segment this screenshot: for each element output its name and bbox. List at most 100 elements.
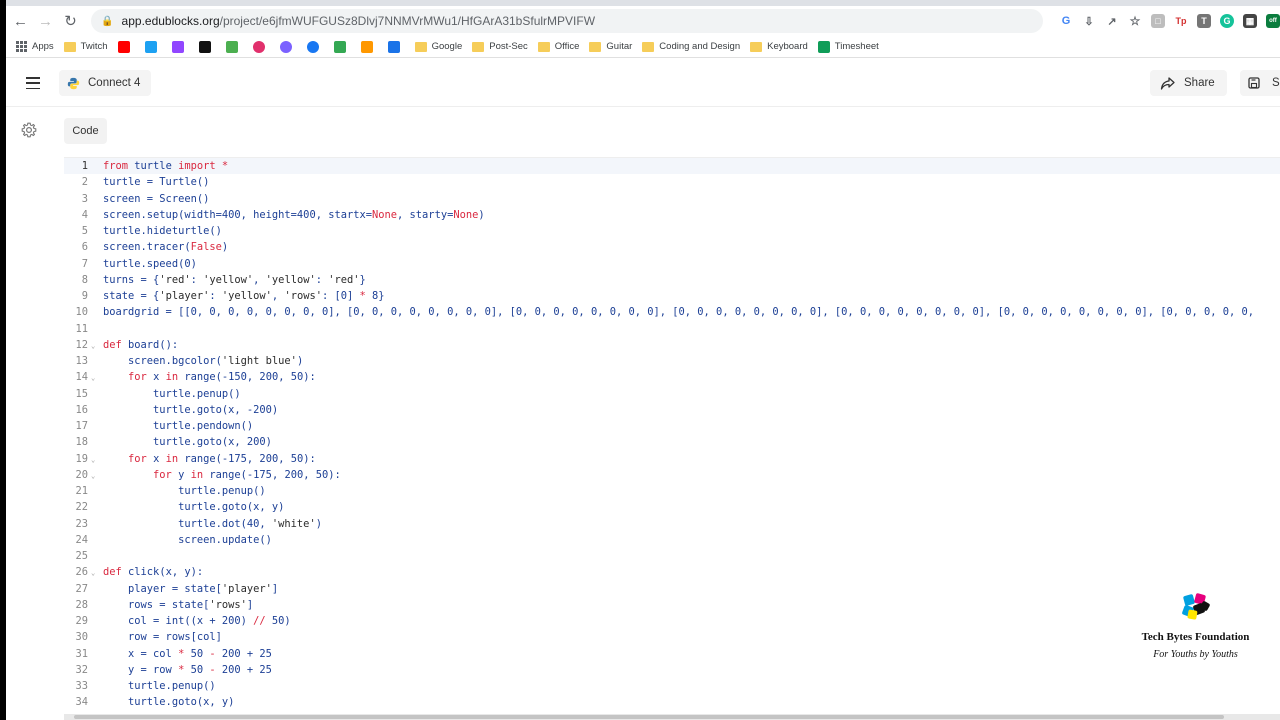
code-line[interactable]: 3 screen = Screen() <box>64 191 1280 207</box>
share-page-icon[interactable]: ↗ <box>1105 14 1119 28</box>
code-token: ] <box>246 598 254 611</box>
extension-gray-icon[interactable]: □ <box>1150 14 1165 28</box>
fold-chevron-icon[interactable]: ⌄ <box>91 452 95 468</box>
fold-chevron-icon[interactable]: ⌄ <box>91 565 95 581</box>
grammarly-icon[interactable]: G <box>1219 14 1234 28</box>
bookmark-star-icon[interactable]: ☆ <box>1128 14 1142 28</box>
fold-chevron-icon[interactable]: ⌄ <box>91 338 95 354</box>
messenger-icon <box>279 40 292 53</box>
code-token: in <box>190 468 204 481</box>
code-line[interactable]: 24 screen.update() <box>64 532 1280 548</box>
install-icon[interactable]: ⇩ <box>1082 14 1096 28</box>
code-line[interactable]: 34 turtle.goto(x, y) <box>64 694 1280 710</box>
code-token: turtle.penup() <box>103 485 266 497</box>
address-bar[interactable]: 🔒 app.edublocks.org/project/e6jfmWUFGUSz… <box>91 9 1043 33</box>
puzzle-logo-icon <box>1181 593 1210 620</box>
code-line[interactable]: 13 screen.bgcolor('light blue') <box>64 353 1280 369</box>
code-token: 'player' <box>221 582 272 595</box>
bookmark-item[interactable] <box>198 40 216 53</box>
code-line[interactable]: 19 ⌄ for x in range(-175, 200, 50): <box>64 451 1280 467</box>
share-button[interactable]: Share <box>1150 70 1227 96</box>
bookmark-item[interactable]: Guitar <box>589 41 632 52</box>
bookmark-item[interactable]: Office <box>537 41 579 52</box>
code-line[interactable]: 31 x = col * 50 - 200 + 25 <box>64 646 1280 662</box>
bookmark-item[interactable]: Keyboard <box>750 41 808 52</box>
forward-icon[interactable]: → <box>35 10 56 32</box>
scrollbar-thumb[interactable] <box>74 715 1224 719</box>
bookmark-item[interactable] <box>360 40 378 53</box>
code-line[interactable]: 8 turns = {'red': 'yellow', 'yellow': 're… <box>64 272 1280 288</box>
extension-tp-icon[interactable]: Tp <box>1174 14 1188 28</box>
code-line[interactable]: 33 turtle.penup() <box>64 678 1280 694</box>
code-line[interactable]: 6 screen.tracer(False) <box>64 239 1280 255</box>
code-line[interactable]: 12 ⌄ def board(): <box>64 337 1280 353</box>
fold-chevron-icon[interactable]: ⌄ <box>91 370 95 386</box>
bookmark-item[interactable] <box>171 40 189 53</box>
extension-dark-icon[interactable]: ▦ <box>1242 14 1257 28</box>
code-token: : [0] <box>321 290 360 302</box>
code-line[interactable]: 30 row = rows[col] <box>64 629 1280 645</box>
tab-code[interactable]: Code <box>64 118 107 144</box>
folder-icon <box>589 41 602 52</box>
bookmark-item[interactable] <box>279 40 297 53</box>
code-line[interactable]: 32 y = row * 50 - 200 + 25 <box>64 662 1280 678</box>
code-token: turtle = Turtle() <box>103 176 210 189</box>
code-line[interactable]: 7 turtle.speed(0) <box>64 256 1280 272</box>
code-line[interactable]: 23 turtle.dot(40, 'white') <box>64 516 1280 532</box>
code-line[interactable]: 5 turtle.hideturtle() <box>64 223 1280 239</box>
bookmark-item[interactable] <box>333 40 351 53</box>
code-line[interactable]: 9 state = {'player': 'yellow', 'rows': [0… <box>64 288 1280 304</box>
line-number: 16 <box>75 403 88 416</box>
code-line[interactable]: 25 <box>64 548 1280 564</box>
share-label: Share <box>1184 77 1215 89</box>
code-line[interactable]: 21 turtle.penup() <box>64 483 1280 499</box>
code-line[interactable]: 29 col = int((x + 200) // 50) <box>64 613 1280 629</box>
menu-icon[interactable] <box>26 77 40 89</box>
extension-off-icon[interactable]: off <box>1265 14 1280 28</box>
bookmark-item[interactable] <box>144 40 162 53</box>
bookmark-item[interactable]: Timesheet <box>817 40 879 53</box>
code-line[interactable]: 17 turtle.pendown() <box>64 418 1280 434</box>
code-line[interactable]: 1 from turtle import * <box>64 158 1280 175</box>
bookmark-item[interactable] <box>252 40 270 53</box>
settings-gear-icon[interactable] <box>21 122 37 138</box>
code-token: boardgrid = [[0, 0, 0, 0, 0, 0, 0, 0], [… <box>103 306 1255 319</box>
bookmark-item[interactable]: Apps <box>16 41 54 52</box>
project-name-button[interactable]: Connect 4 <box>59 70 152 96</box>
horizontal-scrollbar[interactable] <box>64 714 1280 720</box>
code-line[interactable]: 10 boardgrid = [[0, 0, 0, 0, 0, 0, 0, 0],… <box>64 304 1280 320</box>
code-line[interactable]: 20 ⌄ for y in range(-175, 200, 50): <box>64 467 1280 483</box>
twitch-icon <box>171 40 184 53</box>
bookmark-item[interactable]: Coding and Design <box>642 41 740 52</box>
code-text: col = int((x + 200) // 50) <box>103 613 291 629</box>
fold-chevron-icon[interactable]: ⌄ <box>91 468 95 484</box>
code-line[interactable]: 27 player = state['player'] <box>64 581 1280 597</box>
line-number: 28 <box>75 598 88 611</box>
reload-icon[interactable]: ↻ <box>60 10 81 32</box>
extension-t-icon[interactable]: T <box>1196 14 1211 28</box>
google-icon[interactable]: G <box>1059 14 1073 28</box>
code-text: rows = state['rows'] <box>103 597 253 613</box>
bookmark-item[interactable] <box>225 40 243 53</box>
save-button[interactable]: Sa <box>1240 70 1280 96</box>
code-line[interactable]: 22 turtle.goto(x, y) <box>64 499 1280 515</box>
bookmark-item[interactable]: Twitch <box>63 41 108 52</box>
code-line[interactable]: 18 turtle.goto(x, 200) <box>64 434 1280 450</box>
code-line[interactable]: 26 ⌄ def click(x, y): <box>64 564 1280 580</box>
code-line[interactable]: 15 turtle.penup() <box>64 386 1280 402</box>
bookmark-item[interactable]: Post-Sec <box>472 41 528 52</box>
code-line[interactable]: 11 <box>64 321 1280 337</box>
code-line[interactable]: 16 turtle.goto(x, -200) <box>64 402 1280 418</box>
code-line[interactable]: 28 rows = state['rows'] <box>64 597 1280 613</box>
back-icon[interactable]: ← <box>10 10 31 32</box>
code-line[interactable]: 2 turtle = Turtle() <box>64 174 1280 190</box>
bookmark-item[interactable] <box>306 40 324 53</box>
code-line[interactable]: 14 ⌄ for x in range(-150, 200, 50): <box>64 369 1280 385</box>
code-token: 'yellow' <box>265 273 316 286</box>
folder-icon <box>63 41 76 52</box>
code-editor[interactable]: 1 from turtle import * 2 turtle = Turtle() 3… <box>64 157 1280 717</box>
bookmark-item[interactable]: Google <box>414 41 462 52</box>
code-line[interactable]: 4 screen.setup(width=400, height=400, sta… <box>64 207 1280 223</box>
bookmark-item[interactable] <box>387 40 405 53</box>
bookmark-item[interactable] <box>117 40 135 53</box>
